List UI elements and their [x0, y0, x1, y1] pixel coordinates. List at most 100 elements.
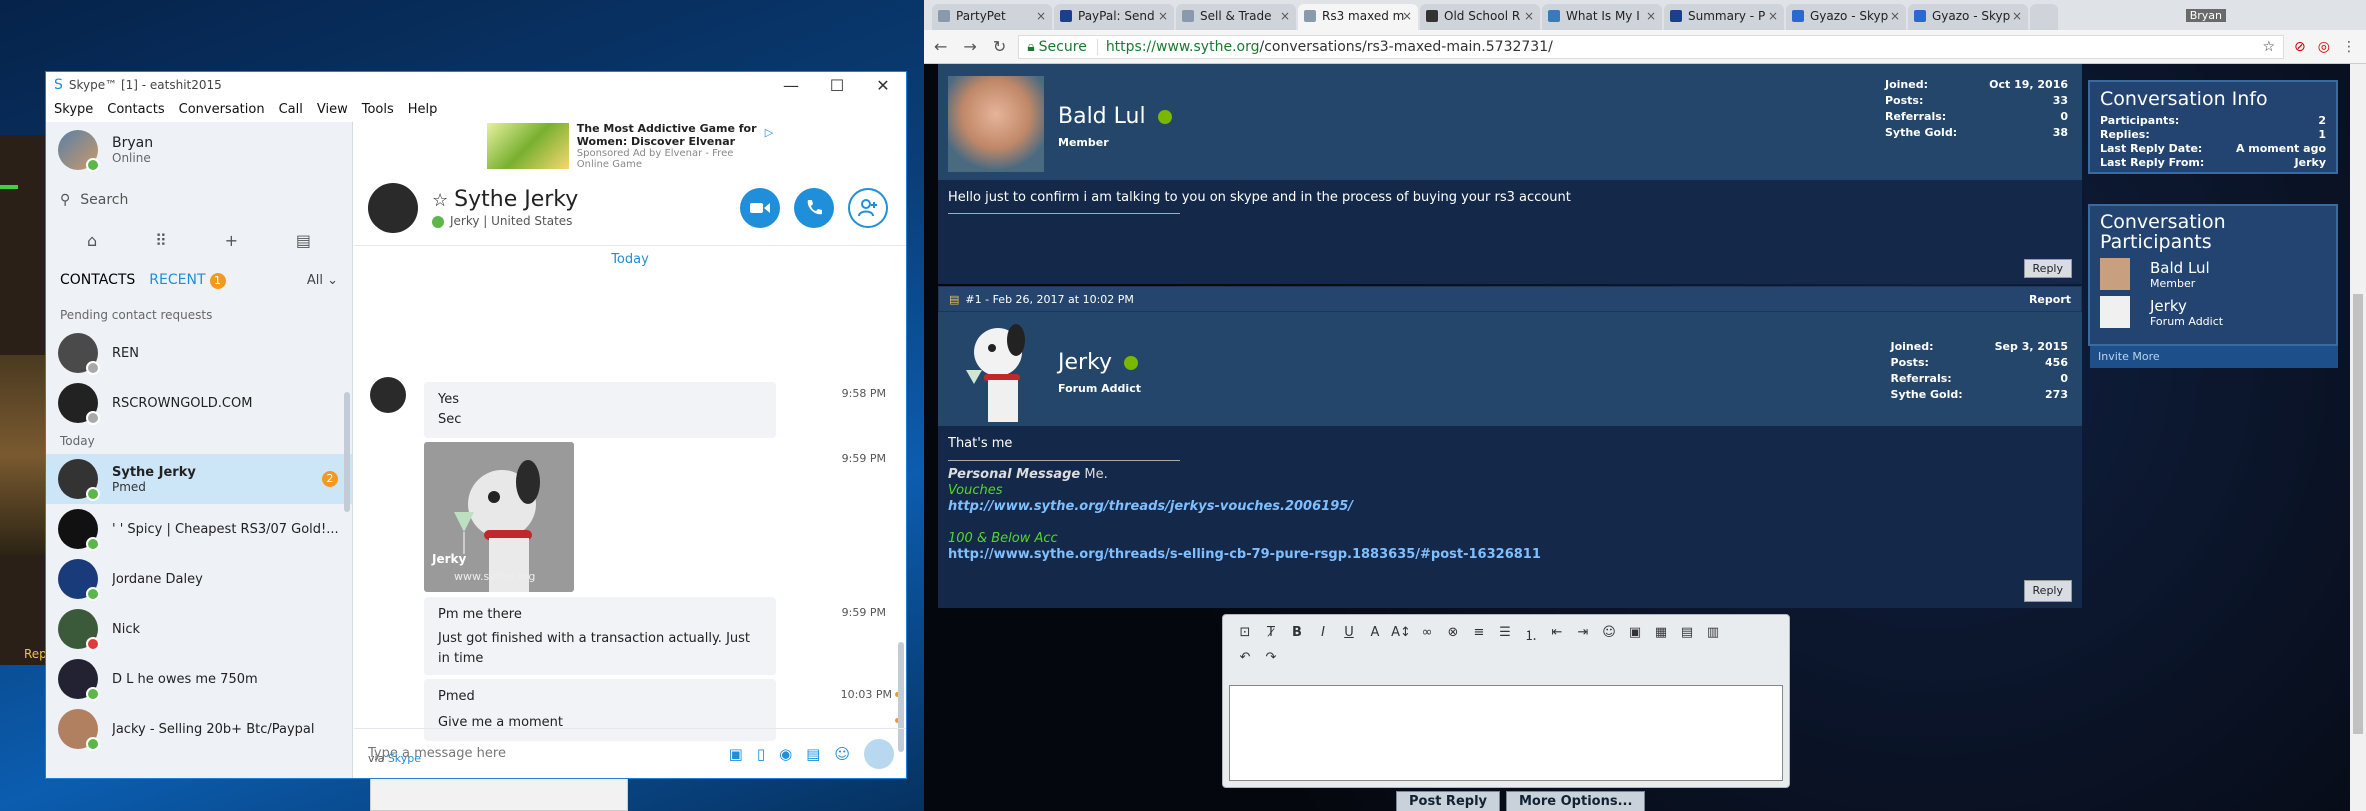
send-file-icon[interactable]: ▯: [757, 745, 765, 763]
close-icon[interactable]: ✕: [860, 76, 906, 95]
clear-format-icon[interactable]: T̷: [1261, 625, 1281, 644]
dialpad-icon[interactable]: ⠿: [155, 231, 167, 250]
vouches-link[interactable]: http://www.sythe.org/threads/jerkys-vouc…: [948, 499, 2072, 515]
maximize-icon[interactable]: ☐: [814, 76, 860, 95]
contact-item[interactable]: ' ' Spicy | Cheapest RS3/07 Gold!...: [46, 504, 352, 554]
close-tab-icon[interactable]: ×: [1036, 9, 1046, 23]
pending-contact[interactable]: REN: [46, 328, 352, 378]
browser-tab[interactable]: PartyPet ×: [932, 4, 1052, 30]
user-avatar[interactable]: [948, 76, 1044, 172]
contacts-book-icon[interactable]: ▤: [296, 231, 311, 250]
close-tab-icon[interactable]: ×: [1646, 9, 1656, 23]
numbered-list-icon[interactable]: ⒈: [1521, 625, 1541, 644]
source-icon[interactable]: ⊡: [1235, 625, 1255, 644]
minimize-icon[interactable]: —: [768, 76, 814, 95]
new-tab-button[interactable]: [2030, 4, 2058, 30]
post-reply-button[interactable]: Post Reply: [1396, 791, 1500, 811]
home-icon[interactable]: ⌂: [87, 231, 97, 250]
participant[interactable]: Bald Lul Member: [2100, 258, 2326, 290]
smiley-icon[interactable]: ☺: [1599, 625, 1619, 644]
font-size-icon[interactable]: A↕: [1391, 625, 1411, 644]
outdent-icon[interactable]: ⇤: [1547, 625, 1567, 644]
browser-tab[interactable]: Summary - P ×: [1664, 4, 1784, 30]
sidebar-scrollbar[interactable]: [344, 392, 350, 512]
image-icon[interactable]: ▣: [1625, 625, 1645, 644]
menu-tools[interactable]: Tools: [362, 102, 394, 117]
more-options-button[interactable]: More Options...: [1506, 791, 1646, 811]
menu-icon[interactable]: ⋮: [2342, 39, 2356, 55]
participant[interactable]: Jerky Forum Addict: [2100, 296, 2326, 328]
star-icon[interactable]: ☆: [432, 190, 448, 211]
bold-icon[interactable]: B: [1287, 625, 1307, 644]
menu-contacts[interactable]: Contacts: [107, 102, 164, 117]
close-tab-icon[interactable]: ×: [1524, 9, 1534, 23]
media-icon[interactable]: ▦: [1651, 625, 1671, 644]
user-avatar[interactable]: [948, 318, 1048, 422]
browser-tab[interactable]: What Is My I ×: [1542, 4, 1662, 30]
contact-item[interactable]: D L he owes me 750m: [46, 654, 352, 704]
redo-icon[interactable]: ↷: [1261, 650, 1281, 665]
close-tab-icon[interactable]: ×: [1280, 9, 1290, 23]
contact-item[interactable]: Jordane Daley: [46, 554, 352, 604]
underline-icon[interactable]: U: [1339, 625, 1359, 644]
menu-view[interactable]: View: [317, 102, 348, 117]
post-username[interactable]: Bald Lul: [1058, 104, 1172, 129]
page-scrollbar[interactable]: [2350, 64, 2366, 811]
extension-icon[interactable]: ◎: [2318, 39, 2330, 55]
send-button[interactable]: [864, 738, 894, 769]
extension-icon[interactable]: ⊘: [2294, 39, 2306, 55]
invite-more-link[interactable]: Invite More: [2090, 346, 2338, 368]
ad-banner[interactable]: The Most Addictive Game for Women: Disco…: [354, 122, 906, 170]
browser-tab[interactable]: Sell & Trade ×: [1176, 4, 1296, 30]
profile-badge[interactable]: Bryan: [2185, 9, 2226, 22]
undo-icon[interactable]: ↶: [1235, 650, 1255, 665]
close-tab-icon[interactable]: ×: [1890, 9, 1900, 23]
reply-button[interactable]: Reply: [2023, 259, 2072, 278]
message-bubble[interactable]: Pm me there Just got finished with a tran…: [424, 597, 776, 675]
report-link[interactable]: Report: [2029, 293, 2071, 306]
unlink-icon[interactable]: ⊗: [1443, 625, 1463, 644]
tab-recent[interactable]: RECENT 1: [149, 272, 226, 289]
filter-dropdown[interactable]: All ⌄: [307, 273, 338, 288]
bullet-list-icon[interactable]: ☰: [1495, 625, 1515, 644]
ad-info-icon[interactable]: ▷: [765, 126, 773, 139]
emoticon-icon[interactable]: ☺: [834, 745, 850, 763]
add-icon[interactable]: +: [225, 231, 238, 250]
video-message-icon[interactable]: ◉: [779, 745, 792, 763]
browser-tab[interactable]: Gyazo - Skyp ×: [1908, 4, 2028, 30]
save-draft-icon[interactable]: ▥: [1703, 625, 1723, 644]
bookmark-star-icon[interactable]: ☆: [2262, 39, 2275, 55]
add-participant-button[interactable]: [848, 187, 888, 228]
send-contact-icon[interactable]: ▤: [806, 745, 820, 763]
forward-icon[interactable]: →: [963, 37, 976, 56]
contact-item[interactable]: Jacky - Selling 20b+ Btc/Paypal: [46, 704, 352, 754]
back-icon[interactable]: ←: [934, 37, 947, 56]
acc-link[interactable]: http://www.sythe.org/threads/s-elling-cb…: [948, 547, 2072, 563]
tab-contacts[interactable]: CONTACTS: [60, 272, 135, 288]
browser-tab[interactable]: Gyazo - Skyp ×: [1786, 4, 1906, 30]
code-icon[interactable]: ▤: [1677, 625, 1697, 644]
reply-textarea[interactable]: [1229, 685, 1783, 781]
link-preview-card[interactable]: Jerky www.sythe.org: [424, 442, 574, 592]
italic-icon[interactable]: I: [1313, 625, 1333, 644]
contact-item[interactable]: Sythe Jerky Pmed 2: [46, 454, 352, 504]
post-date[interactable]: #1 - Feb 26, 2017 at 10:02 PM: [965, 293, 1134, 306]
link-icon[interactable]: ∞: [1417, 625, 1437, 644]
background-app-window[interactable]: Rep: [0, 135, 46, 665]
search-input[interactable]: ⚲ Search: [46, 178, 352, 222]
menu-help[interactable]: Help: [408, 102, 438, 117]
menu-call[interactable]: Call: [279, 102, 303, 117]
message-bubble[interactable]: Yes Sec: [424, 382, 776, 438]
indent-icon[interactable]: ⇥: [1573, 625, 1593, 644]
send-image-icon[interactable]: ▣: [729, 745, 743, 763]
pending-contact[interactable]: RSCROWNGOLD.COM: [46, 378, 352, 428]
url-input[interactable]: 🔒︎ Secure https://www.sythe.org/conversa…: [1018, 34, 2285, 59]
browser-tab[interactable]: PayPal: Send ×: [1054, 4, 1174, 30]
contact-item[interactable]: Nick: [46, 604, 352, 654]
message-input[interactable]: Type a message here ▣ ▯ ◉ ▤ ☺: [354, 728, 906, 778]
close-tab-icon[interactable]: ×: [1768, 9, 1778, 23]
align-icon[interactable]: ≡: [1469, 625, 1489, 644]
video-call-button[interactable]: [740, 187, 780, 228]
close-tab-icon[interactable]: ×: [1402, 9, 1412, 23]
browser-tab-active[interactable]: Rs3 maxed m ×: [1298, 4, 1418, 30]
